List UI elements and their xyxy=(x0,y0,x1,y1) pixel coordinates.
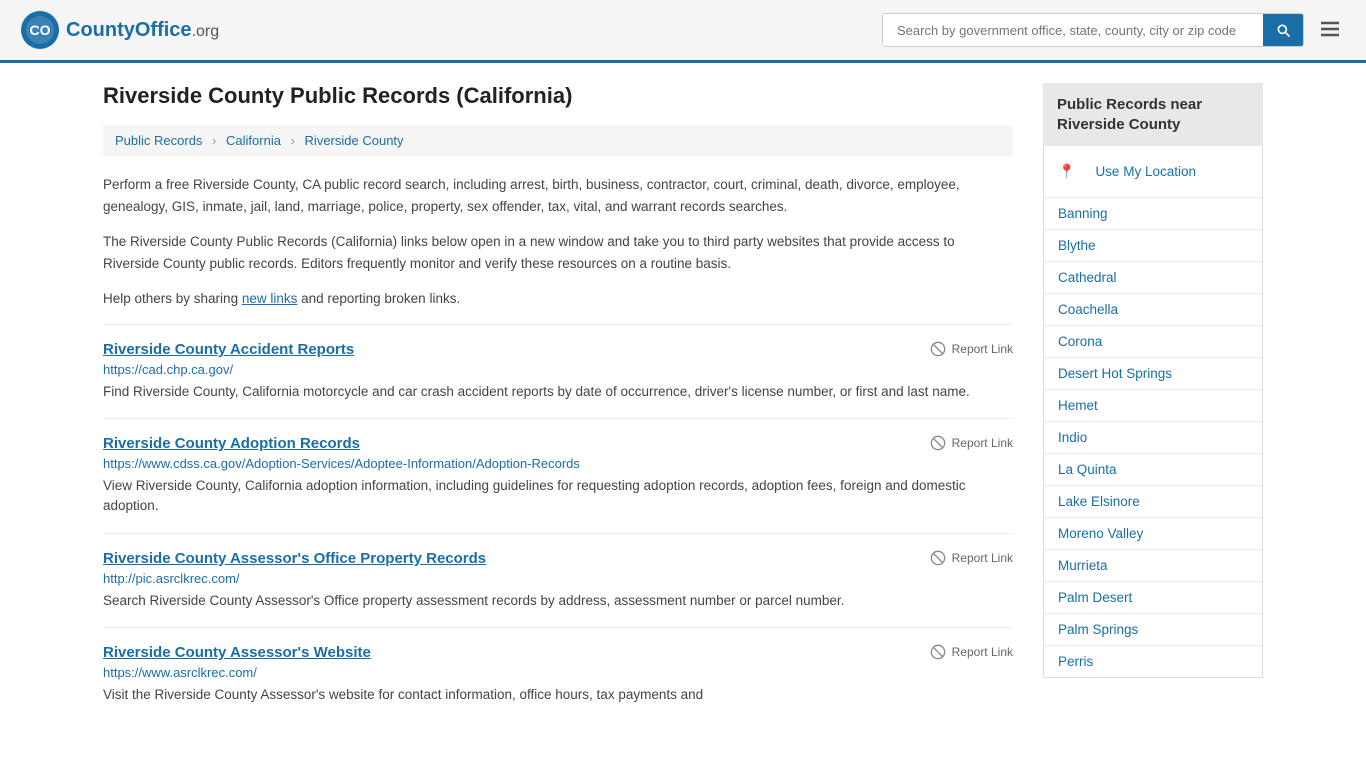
record-title-1[interactable]: Riverside County Adoption Records xyxy=(103,435,360,452)
record-header-2: Riverside County Assessor's Office Prope… xyxy=(103,550,1013,567)
sidebar-link-cathedral[interactable]: Cathedral xyxy=(1044,262,1262,293)
description-2: The Riverside County Public Records (Cal… xyxy=(103,231,1013,274)
search-bar xyxy=(882,13,1304,47)
location-pin-icon: 📍 xyxy=(1058,163,1075,180)
sidebar-list-item-11: Murrieta xyxy=(1044,550,1262,582)
description-3: Help others by sharing new links and rep… xyxy=(103,288,1013,310)
record-header-3: Riverside County Assessor's Website Repo… xyxy=(103,644,1013,661)
sidebar-list-item-0: Banning xyxy=(1044,198,1262,230)
sidebar-list-item-8: La Quinta xyxy=(1044,454,1262,486)
main-container: Riverside County Public Records (Califor… xyxy=(83,63,1283,741)
sidebar-link-coachella[interactable]: Coachella xyxy=(1044,294,1262,325)
menu-button[interactable] xyxy=(1314,13,1346,48)
sidebar-list-item-1: Blythe xyxy=(1044,230,1262,262)
use-location-item: 📍 Use My Location xyxy=(1044,146,1262,198)
record-entry-0: Riverside County Accident Reports Report… xyxy=(103,324,1013,418)
breadcrumb-sep-1: › xyxy=(212,133,216,148)
report-icon-1 xyxy=(930,435,946,451)
svg-text:CO: CO xyxy=(30,22,51,38)
sidebar-list-item-9: Lake Elsinore xyxy=(1044,486,1262,518)
header-right xyxy=(882,13,1346,48)
breadcrumb-link-california[interactable]: California xyxy=(226,133,281,148)
sidebar-list-item-2: Cathedral xyxy=(1044,262,1262,294)
logo-icon: CO xyxy=(20,10,60,50)
report-icon-0 xyxy=(930,341,946,357)
sidebar-link-hemet[interactable]: Hemet xyxy=(1044,390,1262,421)
report-icon-3 xyxy=(930,644,946,660)
record-entry-1: Riverside County Adoption Records Report… xyxy=(103,418,1013,533)
record-url-1[interactable]: https://www.cdss.ca.gov/Adoption-Service… xyxy=(103,456,1013,471)
sidebar-list-item-6: Hemet xyxy=(1044,390,1262,422)
record-header-1: Riverside County Adoption Records Report… xyxy=(103,435,1013,452)
sidebar-link-indio[interactable]: Indio xyxy=(1044,422,1262,453)
record-url-3[interactable]: https://www.asrclkrec.com/ xyxy=(103,665,1013,680)
record-entry-3: Riverside County Assessor's Website Repo… xyxy=(103,627,1013,721)
sidebar-link-palm-desert[interactable]: Palm Desert xyxy=(1044,582,1262,613)
record-url-0[interactable]: https://cad.chp.ca.gov/ xyxy=(103,362,1013,377)
use-location-link[interactable]: Use My Location xyxy=(1081,156,1210,187)
sidebar-link-murrieta[interactable]: Murrieta xyxy=(1044,550,1262,581)
sidebar-list-item-4: Corona xyxy=(1044,326,1262,358)
record-desc-1: View Riverside County, California adopti… xyxy=(103,476,1013,517)
sidebar-link-moreno-valley[interactable]: Moreno Valley xyxy=(1044,518,1262,549)
sidebar-list-item-12: Palm Desert xyxy=(1044,582,1262,614)
sidebar-link-corona[interactable]: Corona xyxy=(1044,326,1262,357)
record-desc-3: Visit the Riverside County Assessor's we… xyxy=(103,685,1013,705)
record-title-3[interactable]: Riverside County Assessor's Website xyxy=(103,644,371,661)
sidebar-list-item-13: Palm Springs xyxy=(1044,614,1262,646)
header: CO CountyOffice.org xyxy=(0,0,1366,63)
logo-text: CountyOffice.org xyxy=(66,19,219,42)
sidebar-list-item-7: Indio xyxy=(1044,422,1262,454)
sidebar-list-item-3: Coachella xyxy=(1044,294,1262,326)
content-area: Riverside County Public Records (Califor… xyxy=(103,83,1013,721)
logo-area: CO CountyOffice.org xyxy=(20,10,219,50)
search-button[interactable] xyxy=(1263,14,1303,46)
new-links-link[interactable]: new links xyxy=(242,291,298,306)
sidebar: Public Records near Riverside County 📍 U… xyxy=(1043,83,1263,721)
record-title-2[interactable]: Riverside County Assessor's Office Prope… xyxy=(103,550,486,567)
sidebar-link-palm-springs[interactable]: Palm Springs xyxy=(1044,614,1262,645)
breadcrumb: Public Records › California › Riverside … xyxy=(103,125,1013,156)
search-input[interactable] xyxy=(883,15,1263,46)
sidebar-list-item-5: Desert Hot Springs xyxy=(1044,358,1262,390)
record-desc-2: Search Riverside County Assessor's Offic… xyxy=(103,591,1013,611)
sidebar-list: 📍 Use My Location BanningBlytheCathedral… xyxy=(1043,146,1263,678)
sidebar-link-lake-elsinore[interactable]: Lake Elsinore xyxy=(1044,486,1262,517)
record-entry-2: Riverside County Assessor's Office Prope… xyxy=(103,533,1013,627)
record-url-2[interactable]: http://pic.asrclkrec.com/ xyxy=(103,571,1013,586)
report-link-2[interactable]: Report Link xyxy=(930,550,1013,566)
record-header-0: Riverside County Accident Reports Report… xyxy=(103,341,1013,358)
sidebar-link-banning[interactable]: Banning xyxy=(1044,198,1262,229)
sidebar-link-perris[interactable]: Perris xyxy=(1044,646,1262,677)
sidebar-list-item-14: Perris xyxy=(1044,646,1262,677)
report-link-0[interactable]: Report Link xyxy=(930,341,1013,357)
breadcrumb-link-riverside[interactable]: Riverside County xyxy=(305,133,404,148)
sidebar-link-blythe[interactable]: Blythe xyxy=(1044,230,1262,261)
report-link-1[interactable]: Report Link xyxy=(930,435,1013,451)
search-icon xyxy=(1275,22,1291,38)
sidebar-title: Public Records near Riverside County xyxy=(1043,83,1263,146)
sidebar-list-item-10: Moreno Valley xyxy=(1044,518,1262,550)
sidebar-link-la-quinta[interactable]: La Quinta xyxy=(1044,454,1262,485)
breadcrumb-link-public-records[interactable]: Public Records xyxy=(115,133,202,148)
description-1: Perform a free Riverside County, CA publ… xyxy=(103,174,1013,217)
record-desc-0: Find Riverside County, California motorc… xyxy=(103,382,1013,402)
record-title-0[interactable]: Riverside County Accident Reports xyxy=(103,341,354,358)
hamburger-icon xyxy=(1318,17,1342,41)
page-title: Riverside County Public Records (Califor… xyxy=(103,83,1013,109)
sidebar-link-desert-hot-springs[interactable]: Desert Hot Springs xyxy=(1044,358,1262,389)
report-link-3[interactable]: Report Link xyxy=(930,644,1013,660)
report-icon-2 xyxy=(930,550,946,566)
breadcrumb-sep-2: › xyxy=(291,133,295,148)
records-container: Riverside County Accident Reports Report… xyxy=(103,324,1013,721)
